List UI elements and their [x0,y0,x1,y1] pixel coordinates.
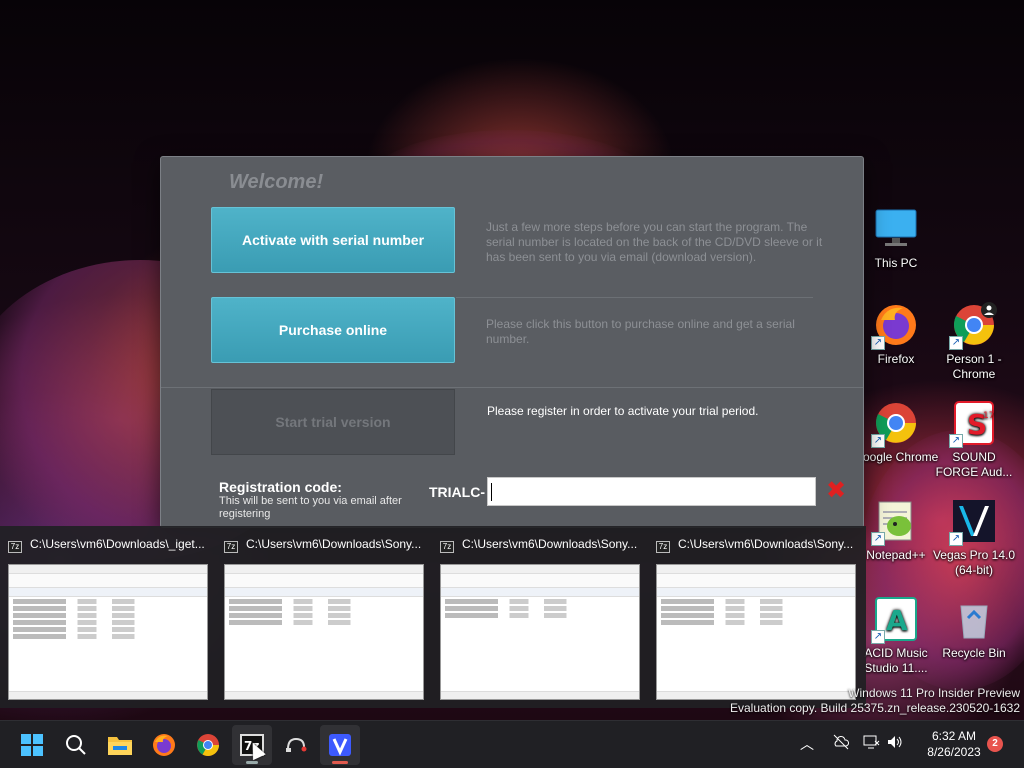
taskbar-vegas[interactable] [320,725,360,765]
divider [456,297,813,298]
clock-time: 6:32 AM [931,729,977,743]
taskbar-cable-app[interactable] [276,725,316,765]
desktop-icon-firefox[interactable]: ↗ Firefox [853,302,939,367]
acid-icon: A ↗ [871,596,919,644]
firefox-icon [153,734,175,756]
volume-icon[interactable] [886,733,904,751]
running-indicator [332,761,348,764]
window-preview-title: C:\Users\vm6\Downloads\Sony... [678,537,854,551]
soundforge-icon: S 17 ↗ [949,400,997,448]
desktop-icon-sound-forge[interactable]: S 17 ↗ SOUND FORGE Aud... [931,400,1017,480]
chrome-icon [197,734,219,756]
start-trial-button[interactable]: Start trial version [211,389,455,455]
registration-code-hint: This will be sent to you via email after… [219,495,402,520]
window-preview[interactable]: 7z C:\Users\vm6\Downloads\_iget... [0,526,216,708]
window-thumbnail [440,564,640,700]
search-button[interactable] [56,725,96,765]
window-thumbnail [8,564,208,700]
running-indicator [246,761,258,764]
purchase-online-button[interactable]: Purchase online [211,297,455,363]
desktop-icon-person1-chrome[interactable]: ↗ Person 1 - Chrome [931,302,1017,382]
window-preview-title: C:\Users\vm6\Downloads\Sony... [246,537,422,551]
start-button[interactable] [12,725,52,765]
clear-icon[interactable]: ✖ [825,479,847,503]
activation-dialog: Welcome! Activate with serial number Jus… [160,156,864,528]
taskbar-clock[interactable]: 6:32 AM 8/26/2023 [918,728,990,760]
desktop-icon-vegas-pro[interactable]: ↗ Vegas Pro 14.0 (64-bit) [931,498,1017,578]
svg-text:A: A [886,604,908,637]
file-explorer-icon [108,737,132,755]
vegas-icon [329,734,351,756]
registration-code-input[interactable] [487,477,816,506]
watermark-build: Evaluation copy. Build 25375.zn_release.… [730,701,1020,715]
chrome-icon: ↗ [871,400,919,448]
network-icon[interactable] [862,733,880,751]
desktop-icon-label: Recycle Bin [942,646,1006,660]
taskbar-file-explorer[interactable] [100,725,140,765]
activate-description: Just a few more steps before you can sta… [486,220,823,264]
start-icon [21,734,43,756]
show-hidden-icons-chevron-icon[interactable]: ︿ [800,734,814,754]
window-preview[interactable]: 7z C:\Users\vm6\Downloads\Sony... [216,526,432,708]
desktop-icon-label: This PC [874,256,918,270]
cable-icon [286,737,307,752]
registration-code-prefix: TRIALC- [429,484,485,500]
notepadpp-icon: ↗ [871,498,919,546]
watermark-edition: Windows 11 Pro Insider Preview [848,686,1020,700]
dialog-welcome-title: Welcome! [229,171,324,193]
desktop-icon-label: Vegas Pro 14.0 (64-bit) [932,548,1016,577]
window-thumbnail [656,564,856,700]
windows-watermark: Windows 11 Pro Insider Preview Evaluatio… [730,686,1020,716]
taskbar-firefox[interactable] [144,725,184,765]
registration-code-label: Registration code: [219,479,342,495]
desktop-icon-label: Firefox [877,352,915,366]
desktop-icon-google-chrome[interactable]: ↗ Google Chrome [853,400,939,465]
clock-date: 8/26/2023 [927,745,981,759]
chrome-icon: ↗ [949,302,997,350]
notification-badge[interactable]: 2 [987,736,1003,752]
recycle-bin-icon [951,596,997,642]
firefox-icon: ↗ [871,302,919,350]
desktop-icon-label: Person 1 - Chrome [946,352,1002,381]
vegas-icon: ↗ [949,498,997,546]
desktop-icon-label: Google Chrome [853,450,939,464]
desktop-icon-label: SOUND FORGE Aud... [935,450,1013,479]
window-preview[interactable]: 7z C:\Users\vm6\Downloads\Sony... [648,526,864,708]
svg-text:17: 17 [983,411,994,421]
window-thumbnail [224,564,424,700]
desktop-icon-this-pc[interactable]: This PC [853,206,939,271]
window-preview-title: C:\Users\vm6\Downloads\Sony... [462,537,638,551]
activate-serial-button[interactable]: Activate with serial number [211,207,455,273]
7zip-icon: 7z [656,541,670,553]
7zip-icon: 7z [224,541,238,553]
trial-description: Please register in order to activate you… [487,404,759,418]
taskbar-preview-flyout: 7z C:\Users\vm6\Downloads\_iget... 7z C:\U… [0,526,866,708]
7zip-icon: 7z [8,541,22,553]
taskbar-chrome[interactable] [188,725,228,765]
window-preview-title: C:\Users\vm6\Downloads\_iget... [30,537,205,551]
monitor-icon [873,206,919,252]
desktop-icon-recycle-bin[interactable]: Recycle Bin [931,596,1017,661]
7zip-icon: 7z [440,541,454,553]
window-preview[interactable]: 7z C:\Users\vm6\Downloads\Sony... [432,526,648,708]
search-icon [66,735,86,755]
cloud-offline-icon[interactable] [832,733,850,751]
purchase-description: Please click this button to purchase onl… [486,317,795,346]
